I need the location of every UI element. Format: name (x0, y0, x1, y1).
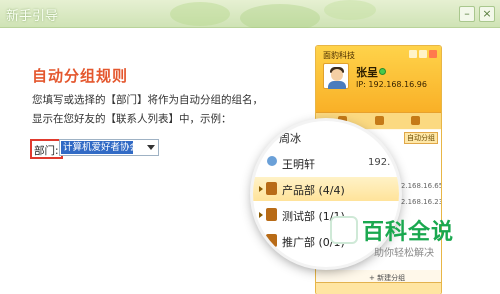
department-label: 部门: (30, 139, 63, 159)
client-user-name: 张呈 (356, 66, 378, 79)
watermark-title: 百科全说 (362, 220, 455, 245)
group-row: 产品部 (4/4) (253, 177, 399, 201)
group-icon (266, 182, 277, 195)
minimize-button[interactable]: – (459, 6, 475, 22)
client-bottom-bar (316, 282, 441, 294)
chevron-down-icon[interactable] (147, 145, 155, 150)
online-status-icon (379, 68, 386, 75)
contact-ip: 192.168.16.65 (392, 182, 442, 190)
client-minimize-icon (409, 50, 417, 58)
department-select[interactable]: 计算机爱好者协会 (59, 139, 159, 156)
page-title: 自动分组规则 (32, 67, 129, 85)
list-item: 王明轩 192. (253, 151, 399, 175)
client-title: 面豹科技 (323, 51, 355, 60)
client-header: 面豹科技 张呈 IP: 192.168.16.96 (316, 46, 441, 129)
user-icon (267, 156, 277, 166)
department-select-value: 计算机爱好者协会 (61, 141, 133, 154)
list-item: 周冰 (279, 132, 301, 145)
window-title: 新手引导 (6, 9, 59, 24)
recent-tab-icon (411, 116, 420, 125)
caret-right-icon (259, 238, 263, 244)
close-button[interactable]: × (479, 6, 495, 22)
auto-group-button: 自动分组 (404, 132, 438, 144)
groups-tab-icon (375, 116, 384, 125)
caret-right-icon (259, 212, 263, 218)
leaf-decoration-icon (170, 0, 376, 28)
contact-ip: 192.168.16.23 (392, 198, 442, 206)
caret-right-icon (259, 186, 263, 192)
avatar (323, 63, 349, 89)
watermark-logo-icon (330, 216, 358, 244)
description-line-1: 您填写或选择的【部门】将作为自动分组的组名， (32, 94, 263, 106)
client-close-icon (429, 50, 437, 58)
description-line-2: 显示在您好友的【联系人列表】中，示例： (32, 113, 232, 125)
watermark-subtitle: 助你轻松解决 (374, 248, 434, 259)
client-user-ip: IP: 192.168.16.96 (356, 80, 427, 89)
title-bar: 新手引导 – × (0, 0, 500, 28)
client-maximize-icon (419, 50, 427, 58)
group-icon (266, 208, 277, 221)
group-icon (266, 234, 277, 247)
